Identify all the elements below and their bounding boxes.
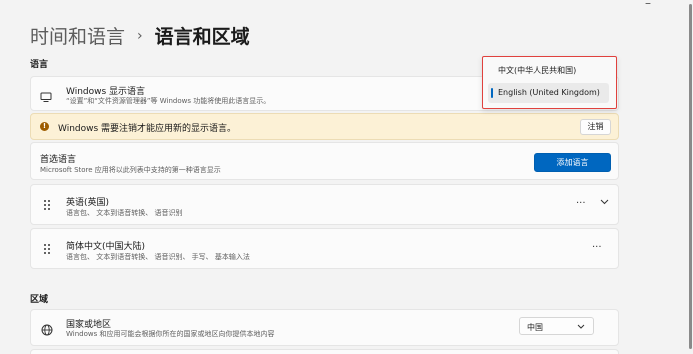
breadcrumb: 时间和语言 › 语言和区域: [30, 22, 250, 49]
chevron-down-icon: [577, 322, 585, 331]
language-name: 英语(英国): [66, 198, 110, 208]
sign-out-button[interactable]: 注销: [580, 119, 611, 135]
country-region-value: 中国: [527, 323, 543, 332]
scrollbar-thumb[interactable]: [689, 4, 692, 349]
breadcrumb-separator-icon: ›: [137, 27, 143, 44]
breadcrumb-parent[interactable]: 时间和语言: [30, 22, 125, 49]
more-options-icon[interactable]: ···: [576, 198, 586, 209]
scrollbar[interactable]: [687, 0, 693, 354]
language-item-english-uk[interactable]: 英语(英国) 语言包、 文本到语音转换、 语音识别 ···: [30, 184, 619, 225]
page-title: 语言和区域: [154, 26, 250, 48]
settings-window: – 时间和语言 › 语言和区域 语言 Windows 显示语言 “设置”和“文件…: [0, 0, 693, 354]
monitor-icon: [40, 88, 52, 107]
preferred-languages-card: 首选语言 Microsoft Store 应用将以此列表中支持的第一种语言显示 …: [30, 142, 619, 180]
country-region-subtitle: Windows 和应用可能会根据你所在的国家或地区向你提供本地内容: [66, 330, 275, 338]
country-region-select[interactable]: 中国: [519, 317, 594, 335]
language-item-chinese-simplified[interactable]: 简体中文(中国大陆) 语言包、 文本到语音转换、 语音识别、 手写、 基本输入法…: [30, 228, 619, 269]
language-features: 语言包、 文本到语音转换、 语音识别、 手写、 基本输入法: [66, 253, 250, 261]
minimize-button[interactable]: –: [645, 0, 651, 10]
language-name: 简体中文(中国大陆): [66, 242, 146, 252]
more-options-icon[interactable]: ···: [592, 242, 602, 253]
preferred-languages-title: 首选语言: [40, 155, 77, 165]
preferred-languages-subtitle: Microsoft Store 应用将以此列表中支持的第一种语言显示: [40, 166, 221, 174]
display-language-subtitle: “设置”和“文件资源管理器”等 Windows 功能将使用此语言显示。: [66, 97, 271, 105]
language-option-english-uk[interactable]: English (United Kingdom): [488, 83, 609, 103]
warning-icon: !: [40, 122, 49, 131]
globe-icon: [41, 321, 53, 340]
drag-handle-icon[interactable]: [44, 244, 52, 255]
add-language-button[interactable]: 添加语言: [534, 153, 611, 172]
warning-text: Windows 需要注销才能应用新的显示语言。: [58, 124, 237, 134]
chevron-down-icon[interactable]: [600, 198, 609, 207]
drag-handle-icon[interactable]: [44, 200, 52, 211]
display-language-dropdown[interactable]: 中文(中华人民共和国) English (United Kingdom): [482, 56, 617, 109]
section-label-region: 区域: [30, 295, 49, 305]
language-option-chinese[interactable]: 中文(中华人民共和国): [488, 61, 609, 81]
language-features: 语言包、 文本到语音转换、 语音识别: [66, 209, 183, 217]
sign-out-warning-banner: ! Windows 需要注销才能应用新的显示语言。 注销: [30, 113, 619, 140]
section-label-language: 语言: [30, 60, 49, 70]
next-setting-card: [30, 349, 619, 354]
country-region-card: 国家或地区 Windows 和应用可能会根据你所在的国家或地区向你提供本地内容 …: [30, 309, 619, 346]
